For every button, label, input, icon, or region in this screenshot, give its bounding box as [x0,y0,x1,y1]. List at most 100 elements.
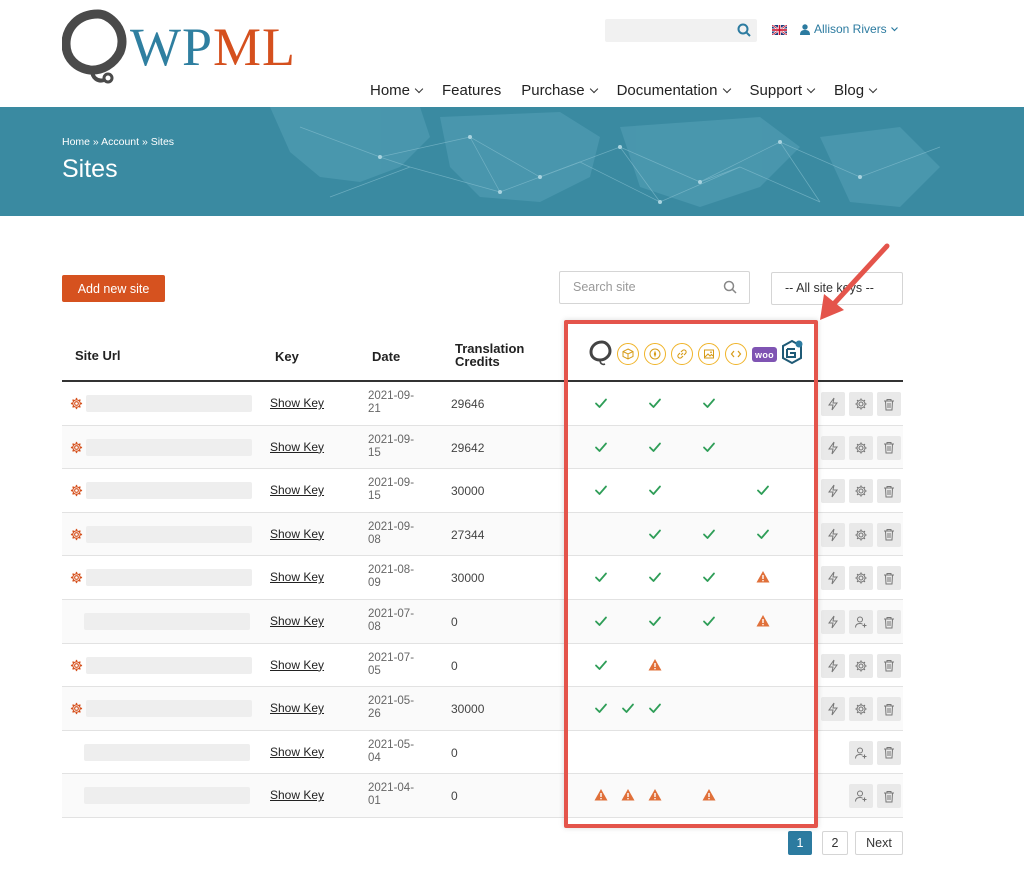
trash-button[interactable] [877,566,901,591]
nav-purchase[interactable]: Purchase [521,82,598,99]
next-page-button[interactable]: Next [855,831,903,855]
site-date: 2021-08- 09 [368,564,430,590]
site-search-placeholder: Search site [573,280,636,294]
settings-button[interactable] [849,392,873,416]
site-date-line1: 2021-09- [368,390,415,402]
settings-button[interactable] [849,566,873,591]
show-key-link[interactable]: Show Key [270,701,324,715]
site-url-redacted [86,438,252,456]
site-settings-gear-icon[interactable] [70,571,83,589]
trash-button[interactable] [877,479,901,504]
bolt-button[interactable] [821,435,845,460]
add-new-site-button[interactable]: Add new site [62,275,165,302]
uk-flag-icon[interactable] [772,25,787,35]
nav-features[interactable]: Features [442,82,501,99]
col-header-credits-line2: Credits [455,354,500,369]
search-icon[interactable] [737,23,751,37]
wpml-logo[interactable]: WPML [62,8,302,86]
site-date-line2: 05 [368,664,381,677]
show-key-link[interactable]: Show Key [270,483,324,497]
trash-icon [883,616,895,629]
settings-button[interactable] [849,653,873,678]
chevron-down-icon [589,84,598,93]
show-key-link[interactable]: Show Key [270,788,324,802]
header-search-input[interactable] [605,19,757,42]
settings-button[interactable] [849,522,873,547]
annotation-arrow-icon [820,243,890,320]
add-user-button[interactable] [849,610,873,634]
site-search-input[interactable]: Search site [559,271,750,304]
site-settings-gear-icon[interactable] [70,659,83,677]
settings-icon [854,484,868,498]
settings-icon [854,441,868,455]
add-user-button[interactable] [849,784,873,809]
trash-icon [883,659,895,672]
nav-documentation[interactable]: Documentation [617,82,731,99]
trash-button[interactable] [877,435,901,460]
show-key-link[interactable]: Show Key [270,527,324,541]
translation-credits: 27344 [451,527,485,542]
site-settings-gear-icon[interactable] [70,702,83,720]
bolt-button[interactable] [821,610,845,634]
trash-button[interactable] [877,697,901,722]
page-2-button[interactable]: 2 [822,831,848,855]
bolt-icon [827,441,839,455]
site-url-redacted [86,700,252,718]
show-key-link[interactable]: Show Key [270,745,324,759]
site-date-line1: 2021-09- [368,477,415,490]
bolt-button[interactable] [821,479,845,504]
site-date: 2021-05- 04 [368,739,430,765]
site-url-redacted [86,656,252,674]
trash-button[interactable] [877,740,901,765]
trash-button[interactable] [877,610,901,634]
bolt-button[interactable] [821,697,845,722]
site-date: 2021-05- 26 [368,695,430,721]
site-settings-gear-icon[interactable] [70,397,83,415]
nav-blog-label: Blog [834,82,865,99]
trash-button[interactable] [877,653,901,678]
show-key-link[interactable]: Show Key [270,440,324,454]
site-date-line2: 01 [368,795,381,808]
show-key-link[interactable]: Show Key [270,396,324,410]
trash-button[interactable] [877,392,901,416]
trash-icon [883,746,895,759]
user-menu[interactable]: Allison Rivers [800,22,898,36]
chevron-down-icon [890,26,898,31]
translation-credits: 0 [451,658,458,673]
site-url-redacted [84,743,250,761]
bolt-button[interactable] [821,392,845,416]
show-key-link[interactable]: Show Key [270,658,324,672]
trash-button[interactable] [877,522,901,547]
site-date: 2021-07- 05 [368,652,430,678]
bolt-button[interactable] [821,653,845,678]
nav-blog[interactable]: Blog [834,82,878,99]
trash-button[interactable] [877,784,901,809]
add-user-icon [854,615,868,629]
site-date: 2021-09- 21 [368,390,430,416]
translation-credits: 30000 [451,702,485,717]
site-settings-gear-icon[interactable] [70,484,83,502]
settings-button[interactable] [849,479,873,504]
settings-button[interactable] [849,435,873,460]
site-settings-gear-icon[interactable] [70,528,83,546]
page-1-button[interactable]: 1 [788,831,812,855]
bolt-button[interactable] [821,566,845,591]
show-key-link[interactable]: Show Key [270,570,324,584]
search-icon[interactable] [723,280,737,294]
site-date-line2: 15 [368,446,381,459]
settings-icon [854,659,868,673]
site-url-redacted [84,787,250,805]
add-user-button[interactable] [849,740,873,765]
nav-support-label: Support [749,82,803,99]
translation-credits: 0 [451,745,458,760]
breadcrumb[interactable]: Home » Account » Sites [62,136,174,148]
show-key-link[interactable]: Show Key [270,614,324,628]
site-settings-gear-icon[interactable] [70,441,83,459]
nav-support[interactable]: Support [749,82,816,99]
site-url-redacted [84,613,250,630]
settings-button[interactable] [849,697,873,722]
bolt-button[interactable] [821,522,845,547]
chevron-down-icon [806,84,816,93]
nav-home[interactable]: Home [370,82,424,99]
site-date-line2: 08 [368,533,381,546]
